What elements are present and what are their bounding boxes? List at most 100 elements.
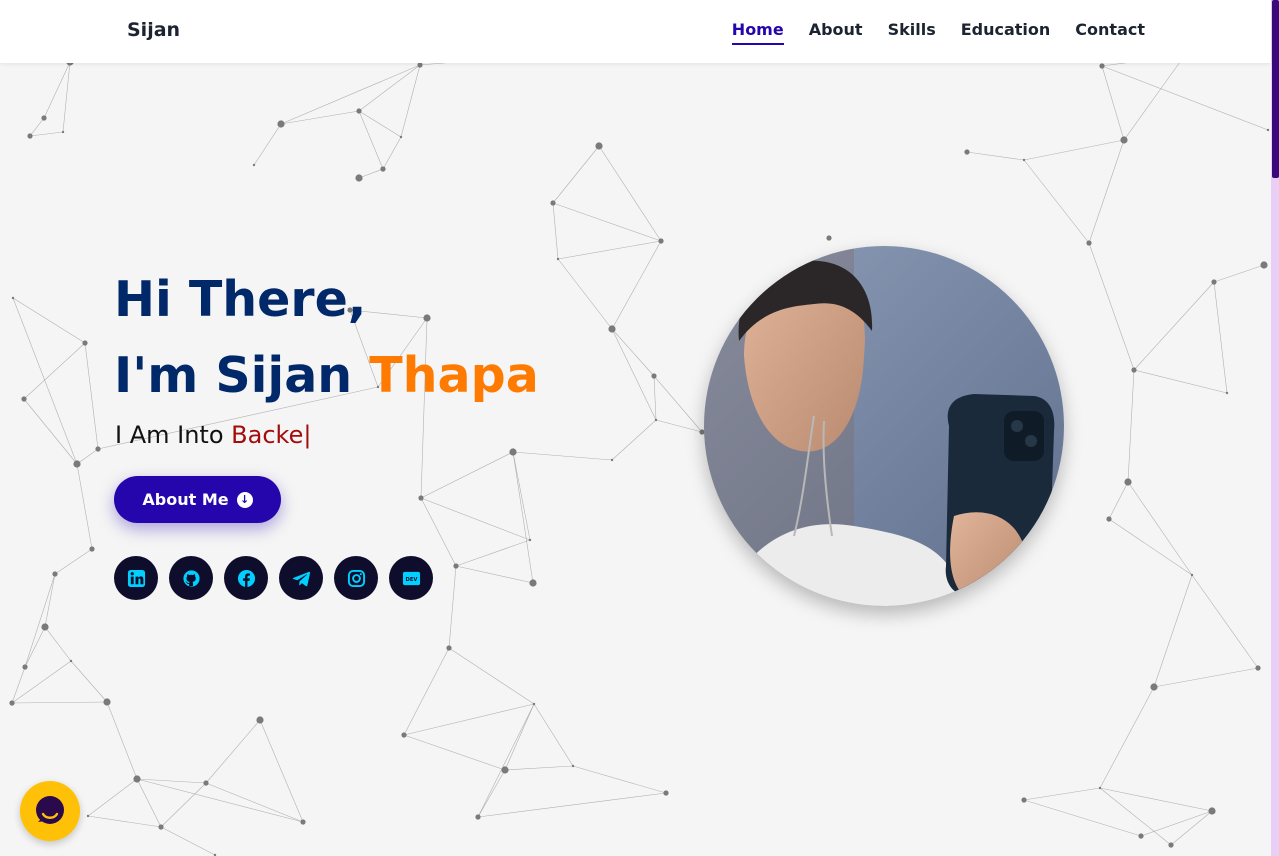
particle-link bbox=[358, 64, 421, 112]
particle-link bbox=[84, 342, 99, 450]
particle-link bbox=[1140, 810, 1213, 837]
particle-dot bbox=[22, 664, 28, 670]
particle-link bbox=[655, 419, 703, 433]
particle-link bbox=[1023, 159, 1090, 244]
particle-link bbox=[1099, 787, 1213, 812]
particle-link bbox=[533, 703, 574, 767]
particle-link bbox=[611, 240, 662, 330]
particle-dot bbox=[86, 814, 90, 818]
particle-link bbox=[557, 258, 613, 330]
particle-link bbox=[448, 647, 535, 705]
dev-link[interactable]: DEV bbox=[389, 556, 433, 600]
particle-dot bbox=[277, 120, 285, 128]
particle-dot bbox=[1099, 63, 1105, 69]
particle-link bbox=[76, 463, 93, 550]
instagram-link[interactable] bbox=[334, 556, 378, 600]
particle-dot bbox=[550, 200, 556, 206]
brand-logo[interactable]: Sijan bbox=[127, 19, 180, 41]
particle-dot bbox=[89, 546, 95, 552]
github-link[interactable] bbox=[169, 556, 213, 600]
particle-link bbox=[76, 448, 99, 465]
particle-link bbox=[1101, 65, 1269, 131]
particle-dot bbox=[453, 563, 459, 569]
particle-link bbox=[1153, 667, 1259, 688]
chat-widget-button[interactable] bbox=[20, 781, 80, 841]
particle-dot bbox=[610, 458, 614, 462]
linkedin-link[interactable] bbox=[114, 556, 158, 600]
particle-dot bbox=[651, 373, 657, 379]
nav-contact[interactable]: Contact bbox=[1075, 20, 1145, 45]
particle-dot bbox=[964, 149, 970, 155]
particle-link bbox=[253, 123, 282, 166]
particle-link bbox=[403, 734, 506, 771]
particle-link bbox=[160, 782, 207, 828]
about-me-button[interactable]: About Me ↓ bbox=[114, 476, 281, 523]
dev-icon: DEV bbox=[402, 571, 420, 585]
particle-link bbox=[966, 151, 1025, 161]
particle-link bbox=[598, 145, 662, 242]
particle-link bbox=[205, 782, 304, 823]
particle-dot bbox=[9, 700, 15, 706]
telegram-link[interactable] bbox=[279, 556, 323, 600]
particle-link bbox=[70, 660, 108, 703]
particle-dot bbox=[103, 698, 111, 706]
nav-home[interactable]: Home bbox=[731, 20, 784, 45]
github-icon bbox=[182, 569, 200, 587]
particle-link bbox=[1133, 281, 1215, 371]
particle-dot bbox=[399, 135, 403, 139]
particle-dot bbox=[528, 538, 532, 542]
particle-link bbox=[512, 451, 534, 584]
nav-skills[interactable]: Skills bbox=[888, 20, 936, 45]
particle-link bbox=[611, 328, 655, 377]
hero-heading: Hi There, I'm Sijan Thapa bbox=[114, 262, 539, 414]
particle-link bbox=[557, 240, 662, 260]
nav-about[interactable]: About bbox=[809, 20, 863, 45]
particle-link bbox=[552, 145, 600, 204]
particle-link bbox=[1023, 787, 1101, 801]
particle-link bbox=[136, 778, 162, 828]
particle-dot bbox=[401, 732, 407, 738]
particle-dot bbox=[252, 163, 256, 167]
particle-dot bbox=[69, 659, 73, 663]
particle-link bbox=[403, 703, 535, 736]
particle-dot bbox=[595, 142, 603, 150]
particle-link bbox=[358, 110, 402, 138]
particle-dot bbox=[21, 396, 27, 402]
particle-dot bbox=[1211, 279, 1217, 285]
particle-dot bbox=[501, 766, 509, 774]
particle-dot bbox=[663, 790, 669, 796]
arrow-down-circle-icon: ↓ bbox=[236, 491, 253, 508]
particle-link bbox=[572, 765, 667, 794]
particle-dot bbox=[556, 257, 560, 261]
particle-dot bbox=[1131, 367, 1137, 373]
particle-dot bbox=[1168, 842, 1174, 848]
particle-link bbox=[205, 719, 261, 784]
particle-dot bbox=[1150, 683, 1158, 691]
top-navbar: Sijan Home About Skills Education Contac… bbox=[0, 0, 1271, 63]
about-me-label: About Me bbox=[142, 490, 229, 509]
particle-dot bbox=[61, 130, 65, 134]
particle-dot bbox=[529, 579, 537, 587]
particle-dot bbox=[1266, 128, 1270, 132]
particle-link bbox=[552, 202, 559, 260]
particle-link bbox=[87, 815, 162, 828]
typed-prefix: I Am Into bbox=[115, 421, 232, 449]
particle-link bbox=[1191, 574, 1259, 669]
particle-link bbox=[504, 765, 574, 771]
particle-link bbox=[611, 328, 657, 421]
particle-link bbox=[1088, 139, 1125, 244]
facebook-link[interactable] bbox=[224, 556, 268, 600]
particle-link bbox=[400, 64, 421, 138]
particle-link bbox=[11, 701, 108, 704]
scrollbar-thumb[interactable] bbox=[1272, 0, 1279, 178]
particle-link bbox=[54, 548, 93, 575]
particle-dot bbox=[82, 340, 88, 346]
particle-link bbox=[44, 626, 72, 662]
particle-link bbox=[1123, 54, 1186, 141]
nav-education[interactable]: Education bbox=[961, 20, 1051, 45]
hero-name-prefix: I'm Sijan bbox=[114, 347, 370, 404]
particle-link bbox=[136, 778, 304, 823]
hero-name-accent: Thapa bbox=[369, 347, 539, 404]
particle-link bbox=[1099, 686, 1155, 789]
profile-photo-image bbox=[704, 246, 1064, 606]
